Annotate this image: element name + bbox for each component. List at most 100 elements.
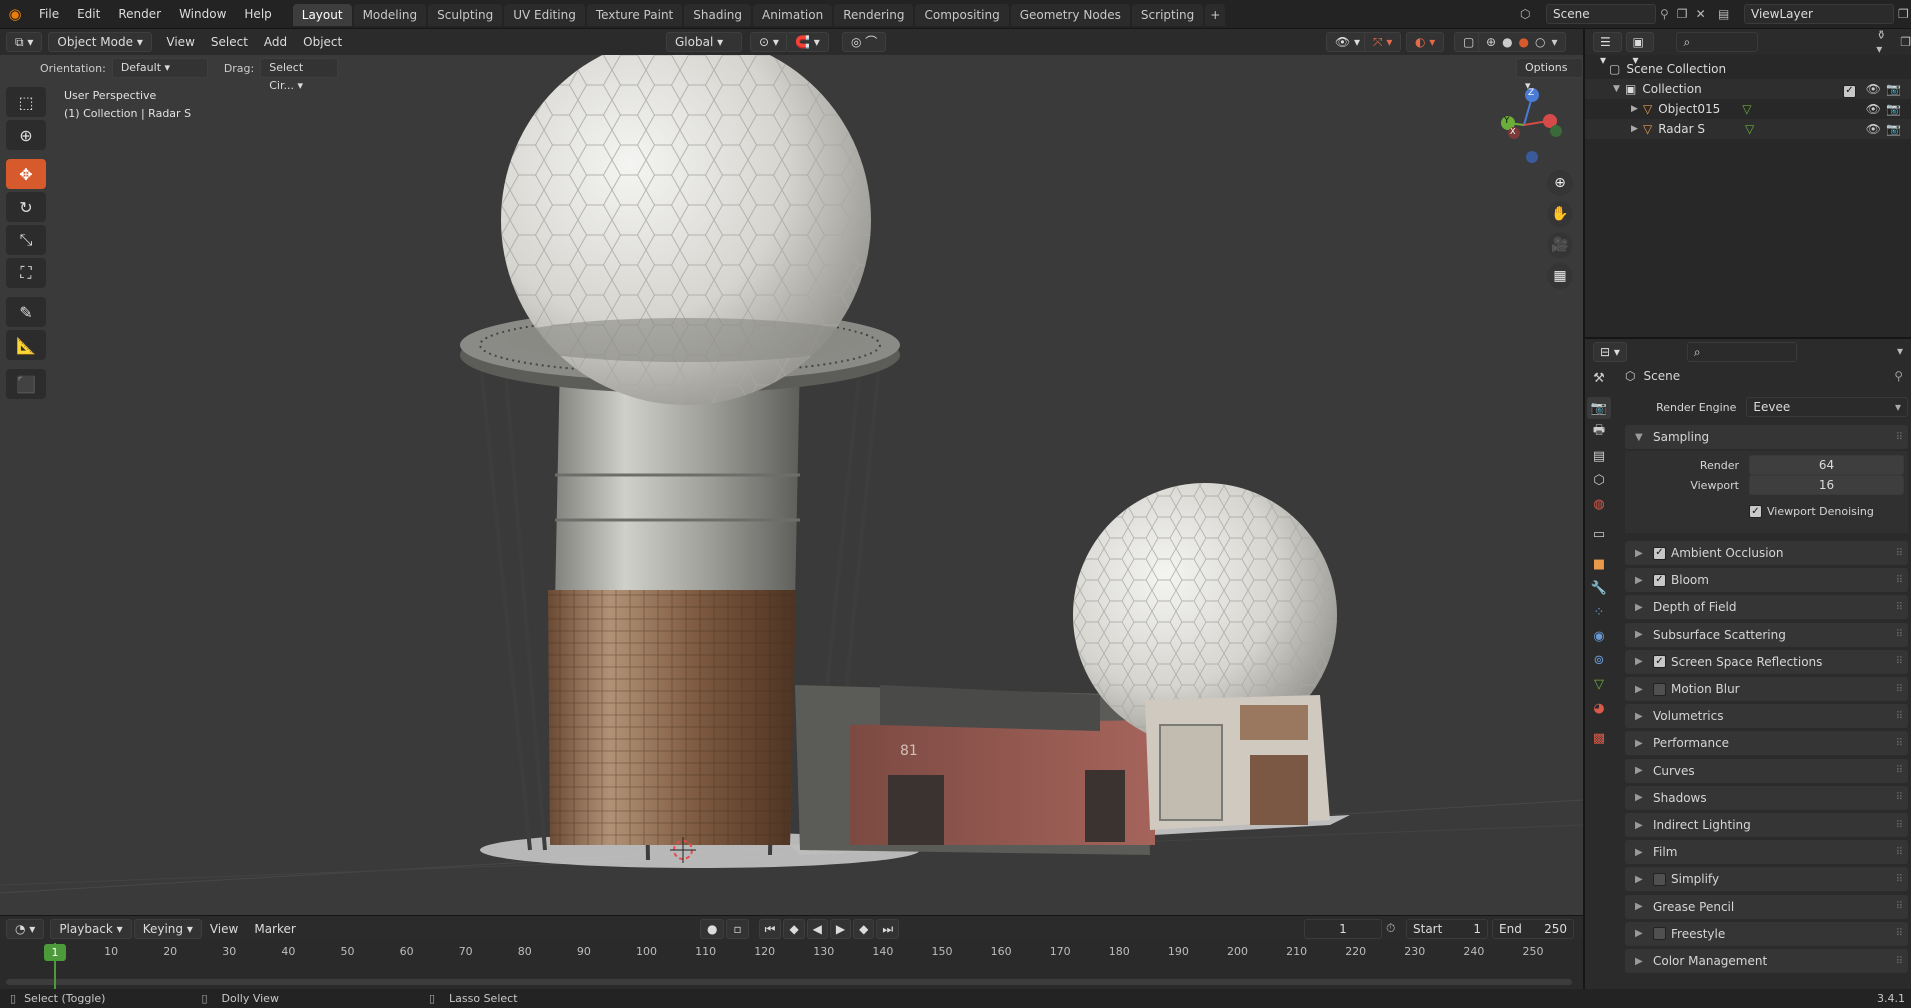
panel-enable-checkbox[interactable]: ✓ [1653,655,1666,669]
outliner-row-radar-s[interactable]: ▶ ▽ Radar S ▽ 👁 📷 [1585,119,1911,139]
panel-simplify[interactable]: ▶ Simplify ⠿ [1625,867,1908,892]
pan-hand-icon[interactable]: ✋ [1547,201,1573,227]
panel-enable-checkbox[interactable] [1653,872,1666,886]
panel-shadows[interactable]: ▶ Shadows ⠿ [1625,785,1908,810]
panel-enable-checkbox[interactable]: ✓ [1653,573,1666,587]
navigation-gizmo[interactable]: Z Y X [1496,85,1566,165]
scene-name-field[interactable]: Scene [1546,4,1656,24]
auto-keying-icon[interactable]: ▫ [726,919,749,939]
wireframe-shading-icon[interactable]: ⊕ [1486,35,1496,49]
panel-enable-checkbox[interactable]: ✓ [1653,546,1666,560]
drag-handle-icon[interactable]: ⠿ [1896,820,1903,831]
panel-enable-checkbox[interactable] [1653,927,1666,941]
material-tab-icon[interactable]: ◕ [1587,697,1611,719]
outliner-editor-type-icon[interactable]: ☰ ▾ [1593,32,1622,67]
overlay-toggle-icon[interactable]: ◐ ▾ [1406,32,1445,52]
expand-arrow-icon[interactable]: ▼ [1613,79,1625,99]
menu-render[interactable]: Render [109,0,170,29]
jump-start-icon[interactable]: ⏮ [758,919,782,939]
object-tab-icon[interactable]: ■ [1587,553,1611,575]
drag-handle-icon[interactable]: ⠿ [1896,928,1903,939]
outliner-search-input[interactable]: ⌕ [1676,32,1759,52]
timeline-scrollbar[interactable] [6,979,1572,985]
collection-tab-icon[interactable]: ▭ [1587,523,1611,545]
transform-tool-icon[interactable]: ⛶ [6,258,46,288]
add-workspace-button[interactable]: + [1205,3,1226,26]
expand-arrow-icon[interactable]: ▶ [1631,99,1643,119]
tool-tab-icon[interactable]: ⚒ [1587,367,1611,389]
drag-handle-icon[interactable]: ⠿ [1896,711,1903,722]
display-mode-icon[interactable]: ▣ ▾ [1625,32,1655,67]
drag-handle-icon[interactable]: ⠿ [1896,847,1903,858]
timeline-ruler[interactable]: 10 20 30 40 50 60 70 80 90 100 110 120 130 140 150 160 1… [0,944,1583,962]
jump-end-icon[interactable]: ⏭ [876,919,900,939]
scale-tool-icon[interactable]: ⤡ [6,225,46,255]
panel-screen-space-reflections[interactable]: ▶ ✓ Screen Space Reflections ⠿ [1625,649,1908,674]
panel-sampling[interactable]: ▼ Sampling ⠿ [1625,425,1908,449]
constraints-tab-icon[interactable]: ⊚ [1587,649,1611,671]
drag-handle-icon[interactable]: ⠿ [1896,602,1903,613]
properties-options-icon[interactable]: ▾ [1897,344,1903,358]
properties-editor-type-icon[interactable]: ⊟ ▾ [1593,342,1627,362]
tab-scripting[interactable]: Scripting [1131,3,1204,26]
outliner-row-collection[interactable]: ▼ ▣ Collection ✓ 👁 📷 [1585,79,1911,99]
tab-uv-editing[interactable]: UV Editing [504,3,585,26]
mode-dropdown[interactable]: Object Mode ▾ [48,32,153,52]
panel-performance[interactable]: ▶ Performance ⠿ [1625,731,1908,756]
playhead-frame-badge[interactable]: 1 [44,944,66,961]
scene-icon[interactable]: ⬡ [1520,7,1546,21]
collection-checkbox[interactable]: ✓ [1843,79,1861,99]
solid-shading-icon[interactable]: ● [1502,35,1512,49]
drag-handle-icon[interactable]: ⠿ [1896,684,1903,695]
play-reverse-icon[interactable]: ◀ [806,919,828,939]
timeline-editor-type-icon[interactable]: ◔ ▾ [6,918,45,939]
current-frame-field[interactable]: 1 [1304,919,1382,939]
data-tab-icon[interactable]: ▽ [1587,673,1611,695]
select-tool-icon[interactable]: ⬚ [6,87,46,117]
next-keyframe-icon[interactable]: ◆ [853,919,875,939]
menu-select[interactable]: Select [203,35,256,49]
record-icon[interactable]: ● [700,919,725,939]
output-tab-icon[interactable]: 🖶 [1587,421,1611,443]
render-camera-icon[interactable]: 📷 [1886,119,1901,139]
viewlayer-name-field[interactable]: ViewLayer [1744,4,1894,24]
tab-rendering[interactable]: Rendering [834,3,914,26]
start-frame-field[interactable]: Start 1 [1406,919,1488,939]
drag-handle-icon[interactable]: ⠿ [1896,548,1903,559]
panel-curves[interactable]: ▶ Curves ⠿ [1625,758,1908,783]
pin-context-icon[interactable]: ⚲ [1894,369,1903,383]
panel-subsurface-scattering[interactable]: ▶ Subsurface Scattering ⠿ [1625,622,1908,647]
prev-keyframe-icon[interactable]: ◆ [783,919,805,939]
tab-texture-paint[interactable]: Texture Paint [586,3,683,26]
add-cube-tool-icon[interactable]: ⬛ [6,369,46,399]
panel-film[interactable]: ▶ Film ⠿ [1625,840,1908,865]
playback-dropdown[interactable]: Playback ▾ [50,918,132,939]
panel-indirect-lighting[interactable]: ▶ Indirect Lighting ⠿ [1625,813,1908,837]
tab-animation[interactable]: Animation [753,3,833,26]
viewport-samples-field[interactable]: 16 [1749,475,1904,495]
tab-modeling[interactable]: Modeling [353,3,427,26]
visibility-eye-icon[interactable]: 👁 [1866,99,1881,119]
camera-view-icon[interactable]: 🎥 [1547,232,1573,258]
panel-enable-checkbox[interactable] [1653,682,1666,696]
render-engine-dropdown[interactable]: Eevee ▾ [1746,397,1908,417]
options-dropdown[interactable]: Options ▾ [1516,58,1583,92]
menu-file[interactable]: File [30,0,68,29]
new-scene-icon[interactable]: ❐ [1677,7,1688,21]
render-tab-icon[interactable]: 📷 [1587,397,1611,419]
render-camera-icon[interactable]: 📷 [1886,99,1901,119]
drag-handle-icon[interactable]: ⠿ [1896,765,1903,776]
physics-tab-icon[interactable]: ◉ [1587,625,1611,647]
tab-shading[interactable]: Shading [684,3,751,26]
visibility-eye-icon[interactable]: 👁 [1866,79,1881,99]
mesh-data-icon[interactable]: ▽ [1745,119,1754,139]
rendered-shading-icon[interactable]: ○ [1535,35,1545,49]
move-tool-icon[interactable]: ✥ [6,159,46,189]
orientation-dropdown[interactable]: Default ▾ [111,58,208,78]
preview-range-icon[interactable]: ⏱ [1386,921,1395,936]
render-samples-field[interactable]: 64 [1749,455,1904,475]
filter-icon[interactable]: ⚱ ▾ [1876,28,1890,56]
panel-ambient-occlusion[interactable]: ▶ ✓ Ambient Occlusion ⠿ [1625,541,1908,565]
panel-freestyle[interactable]: ▶ Freestyle ⠿ [1625,921,1908,946]
transform-orientation-dropdown[interactable]: Global ▾ [666,32,742,52]
